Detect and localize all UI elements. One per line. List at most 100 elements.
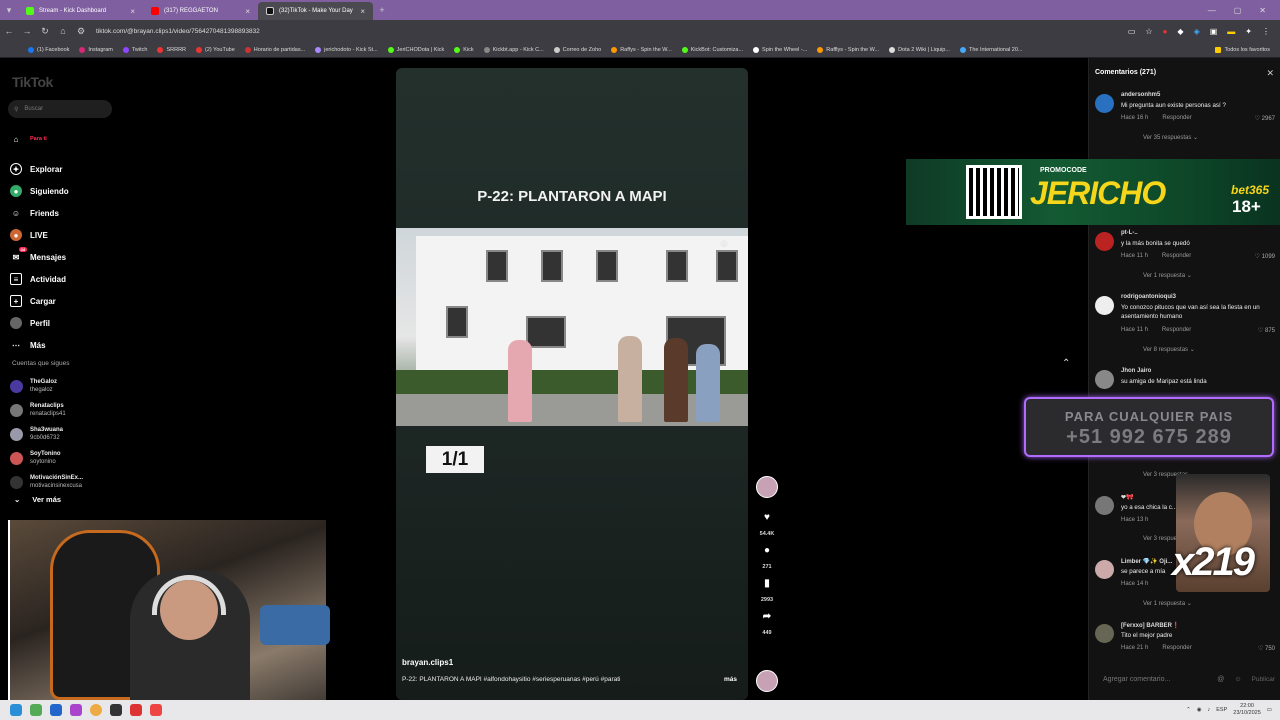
following-item[interactable]: MotivaciónSinEx... motivacinsinexcusa (10, 470, 83, 494)
comment-username[interactable]: Jhon Jairo (1121, 368, 1151, 374)
close-icon[interactable]: × (360, 7, 365, 16)
bookmark-jerichodota[interactable]: JeriCHODota | Kick (387, 46, 444, 53)
bookmark-twitch[interactable]: Twitch (122, 46, 147, 53)
bookmark-international[interactable]: The International 20... (959, 46, 1022, 53)
close-window-icon[interactable]: ✕ (1259, 6, 1266, 15)
creator-avatar[interactable] (756, 476, 778, 498)
reply-button[interactable]: Responder (1162, 253, 1191, 259)
avatar[interactable] (1095, 232, 1114, 251)
close-icon[interactable]: × (130, 7, 135, 16)
tab-tiktok[interactable]: (32)TikTok - Make Your Day × (258, 2, 373, 20)
back-icon[interactable]: ← (0, 26, 18, 36)
nav-live[interactable]: ● LIVE (10, 224, 150, 246)
avatar[interactable] (1095, 496, 1114, 515)
bookmark-spin-wheel[interactable]: Spin the Wheel -... (753, 46, 807, 53)
chrome-icon[interactable] (90, 704, 102, 716)
close-icon[interactable]: × (245, 7, 250, 16)
notification-icon[interactable]: ▭ (1267, 707, 1272, 713)
comment-button[interactable]: ● 271 (754, 545, 780, 570)
avatar[interactable] (1095, 624, 1114, 643)
following-item[interactable]: TheGaloz thegaloz (10, 374, 83, 398)
menu-icon[interactable]: ⋮ (1262, 27, 1270, 36)
nav-cargar[interactable]: + Cargar (10, 290, 150, 312)
app-icon[interactable] (30, 704, 42, 716)
maximize-icon[interactable]: ▢ (1234, 6, 1242, 15)
puzzle-icon[interactable]: ✦ (1245, 27, 1252, 36)
new-tab-button[interactable]: + (373, 5, 391, 15)
see-more-button[interactable]: ⌄ Ver más (14, 495, 61, 504)
bookmark-instagram[interactable]: Instagram (79, 46, 113, 53)
avatar[interactable] (1095, 560, 1114, 579)
forward-icon[interactable]: → (18, 26, 36, 36)
view-replies-button[interactable]: Ver 8 respuestas ⌄ (1143, 346, 1195, 353)
comment-like-button[interactable]: ♡ 750 (1258, 645, 1275, 652)
nav-siguiendo[interactable]: ● Siguiendo (10, 180, 150, 202)
save-button[interactable]: ▮ 2993 (754, 578, 780, 603)
comment-username[interactable]: ❤🎀 (1121, 494, 1134, 501)
tab-reggaeton[interactable]: (317) REGGAETON × (143, 2, 258, 20)
home-icon[interactable]: ⌂ (54, 26, 72, 36)
extension-icon[interactable]: ● (1163, 27, 1168, 36)
bookmark-dota-wiki[interactable]: Dota 2 Wiki | Liquip... (889, 46, 950, 53)
like-button[interactable]: ♥ 54.4K (754, 512, 780, 537)
bookmark-horario[interactable]: Horario de partidas... (244, 46, 305, 53)
following-item[interactable]: SoyTonino soytonino (10, 446, 83, 470)
app-icon[interactable] (50, 704, 62, 716)
all-bookmarks[interactable]: Todos los favoritos (1215, 46, 1280, 53)
reload-icon[interactable]: ↻ (36, 26, 54, 37)
comment-username[interactable]: rodrigoantonioqui3 (1121, 294, 1176, 300)
comment-input[interactable]: Agregar comentario... @ ☺ Publicar (1103, 676, 1275, 683)
url-field[interactable]: tiktok.com/@brayan.clips1/video/75642704… (96, 28, 260, 35)
clock[interactable]: 22:00 23/10/2025 (1233, 703, 1261, 717)
bookmark-srrrr[interactable]: SRRRR (157, 46, 186, 53)
reply-button[interactable]: Responder (1162, 327, 1191, 333)
publish-button[interactable]: Publicar (1252, 676, 1275, 683)
comment-username[interactable]: andersonhm5 (1121, 92, 1160, 98)
bookmark-rafflys[interactable]: Rafflys - Spin the W... (817, 46, 879, 53)
chevron-up-icon[interactable]: ⌃ (1186, 707, 1191, 713)
tab-menu-icon[interactable]: ▾ (0, 5, 18, 16)
extension-icon[interactable]: ◆ (1177, 27, 1183, 36)
site-info-icon[interactable]: ⚙ (72, 26, 90, 37)
chevron-up-icon[interactable]: ⌃ (1062, 358, 1070, 369)
nav-mas[interactable]: ⋯ Más (10, 334, 150, 356)
extension-icon[interactable]: ▣ (1210, 27, 1218, 36)
bookmark-youtube[interactable]: (2) YouTube (196, 46, 235, 53)
app-icon[interactable] (110, 704, 122, 716)
comment-username[interactable]: [Ferxxo] BARBER❗ (1121, 622, 1179, 629)
view-replies-button[interactable]: Ver 35 respuestas ⌄ (1143, 134, 1198, 141)
comment-like-button[interactable]: ♡ 875 (1258, 327, 1275, 334)
following-item[interactable]: Renataclips renataclips41 (10, 398, 83, 422)
tab-kick-dashboard[interactable]: Stream - Kick Dashboard × (18, 2, 143, 20)
windows-start-icon[interactable] (10, 704, 22, 716)
music-disc-avatar[interactable] (756, 670, 778, 692)
bookmark-zoho[interactable]: Correo de Zoho (553, 46, 601, 53)
cast-icon[interactable]: ▭ (1128, 27, 1136, 36)
bookmark-facebook[interactable]: (1) Facebook (28, 46, 69, 53)
comment-like-button[interactable]: ♡ 1099 (1255, 253, 1275, 260)
nav-mensajes[interactable]: ✉ 34 Mensajes (10, 246, 150, 268)
following-item[interactable]: Sha3wuana 9cb0d6732 (10, 422, 83, 446)
extension-icon[interactable]: ◈ (1194, 27, 1200, 36)
comment-username[interactable]: Limber 💎✨ Oji... (1121, 558, 1172, 565)
bookmark-jerichodoto[interactable]: jerichodoto - Kick St... (315, 46, 378, 53)
nav-friends[interactable]: ☺ Friends (10, 202, 150, 224)
video-player[interactable]: P-22: PLANTARON A MAPI ◍ 1/1 brayan.clip… (396, 68, 748, 700)
reply-button[interactable]: Responder (1162, 115, 1191, 121)
bookmark-kickbt[interactable]: Kickbt.app - Kick C... (483, 46, 544, 53)
star-icon[interactable]: ☆ (1145, 27, 1152, 36)
language-indicator[interactable]: ESP (1216, 707, 1227, 713)
close-icon[interactable]: ✕ (1266, 68, 1274, 79)
tiktok-logo[interactable]: TikTok (12, 74, 53, 90)
search-input[interactable]: ⚲ Buscar (8, 100, 112, 118)
app-icon[interactable] (70, 704, 82, 716)
mention-icon[interactable]: @ (1217, 676, 1224, 683)
view-replies-button[interactable]: Ver 1 respuesta ⌄ (1143, 600, 1192, 607)
volume-icon[interactable]: ♪ (1208, 707, 1211, 713)
nav-perfil[interactable]: Perfil (10, 312, 150, 334)
comment-username[interactable]: pt-L-.. (1121, 230, 1138, 236)
app-icon[interactable] (130, 704, 142, 716)
bookmark-kickbot[interactable]: KickBot: Customiza... (681, 46, 743, 53)
video-username[interactable]: brayan.clips1 (402, 658, 453, 667)
nav-para-ti[interactable]: ⌂ Para ti (10, 128, 150, 150)
